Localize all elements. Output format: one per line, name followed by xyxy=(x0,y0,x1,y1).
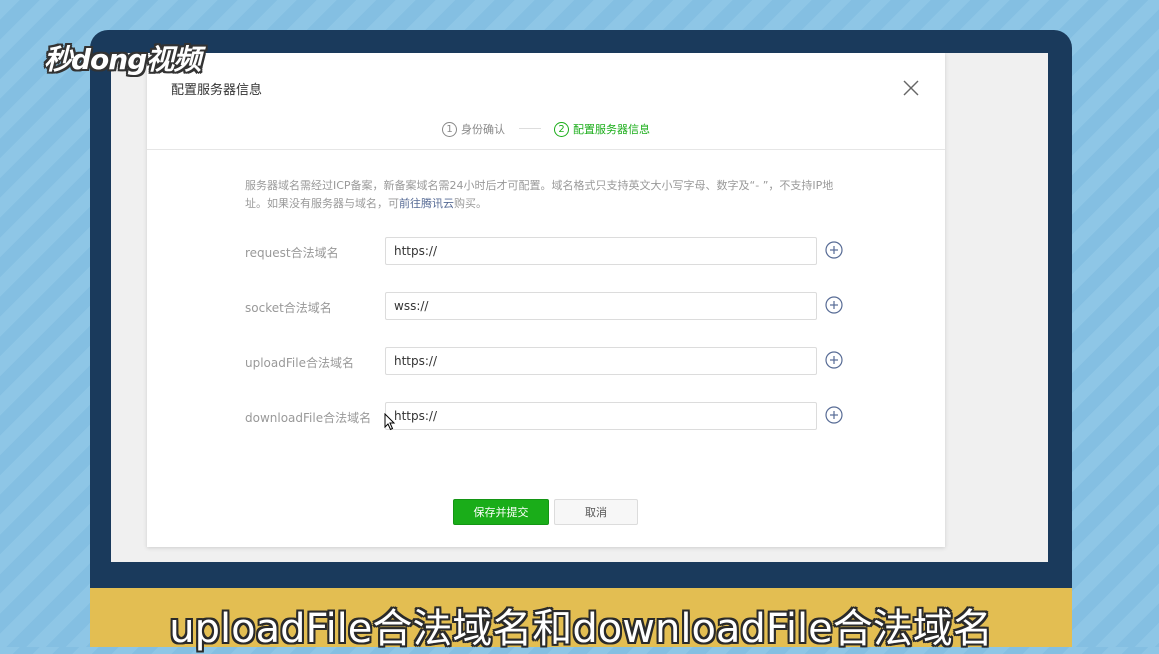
add-upload-domain-icon[interactable] xyxy=(825,351,843,369)
download-domain-label: downloadFile合法域名 xyxy=(245,411,372,425)
step-separator xyxy=(518,128,541,129)
add-download-domain-icon[interactable] xyxy=(825,406,843,424)
request-domain-row: request合法域名 xyxy=(245,237,855,267)
mouse-cursor-icon xyxy=(384,413,396,431)
socket-domain-input[interactable] xyxy=(385,292,817,320)
close-icon[interactable] xyxy=(901,78,921,98)
step-indicator: 1 身份确认 2 配置服务器信息 xyxy=(147,121,945,137)
subtitle-bar: uploadFile合法域名和downloadFile合法域名 xyxy=(90,588,1072,652)
notice-text: 服务器域名需经过ICP备案，新备案域名需24小时后才可配置。域名格式只支持英文大… xyxy=(245,177,855,213)
upload-domain-label: uploadFile合法域名 xyxy=(245,356,354,370)
screen-area: 配置服务器信息 1 身份确认 2 配置服务器信息 服务器域名需经过ICP备案，新… xyxy=(111,53,1048,562)
socket-domain-row: socket合法域名 xyxy=(245,292,855,322)
download-domain-input[interactable] xyxy=(385,402,817,430)
step-label: 配置服务器信息 xyxy=(573,123,650,136)
step-label: 身份确认 xyxy=(461,123,505,136)
modal-title: 配置服务器信息 xyxy=(171,83,263,98)
add-request-domain-icon[interactable] xyxy=(825,241,843,259)
watermark-logo: 秒dong视频 xyxy=(44,43,201,76)
notice-body: 服务器域名需经过ICP备案，新备案域名需24小时后才可配置。域名格式只支持英文大… xyxy=(245,179,834,210)
tencent-cloud-link[interactable]: 前往腾讯云 xyxy=(399,197,454,210)
request-domain-label: request合法域名 xyxy=(245,246,339,260)
config-server-modal: 配置服务器信息 1 身份确认 2 配置服务器信息 服务器域名需经过ICP备案，新… xyxy=(147,53,945,547)
upload-domain-row: uploadFile合法域名 xyxy=(245,347,855,377)
request-domain-input[interactable] xyxy=(385,237,817,265)
socket-domain-label: socket合法域名 xyxy=(245,301,332,315)
notice-tail: 购买。 xyxy=(454,197,487,210)
step-number-icon: 2 xyxy=(554,121,569,137)
step-identity: 1 身份确认 xyxy=(442,121,505,137)
download-domain-row: downloadFile合法域名 xyxy=(245,402,855,432)
step-number-icon: 1 xyxy=(442,121,457,137)
header-divider xyxy=(147,149,945,150)
add-socket-domain-icon[interactable] xyxy=(825,296,843,314)
save-submit-button[interactable]: 保存并提交 xyxy=(453,499,549,525)
cancel-button[interactable]: 取消 xyxy=(554,499,638,525)
upload-domain-input[interactable] xyxy=(385,347,817,375)
subtitle-caption: uploadFile合法域名和downloadFile合法域名 xyxy=(169,606,993,652)
step-server-config: 2 配置服务器信息 xyxy=(554,121,650,137)
